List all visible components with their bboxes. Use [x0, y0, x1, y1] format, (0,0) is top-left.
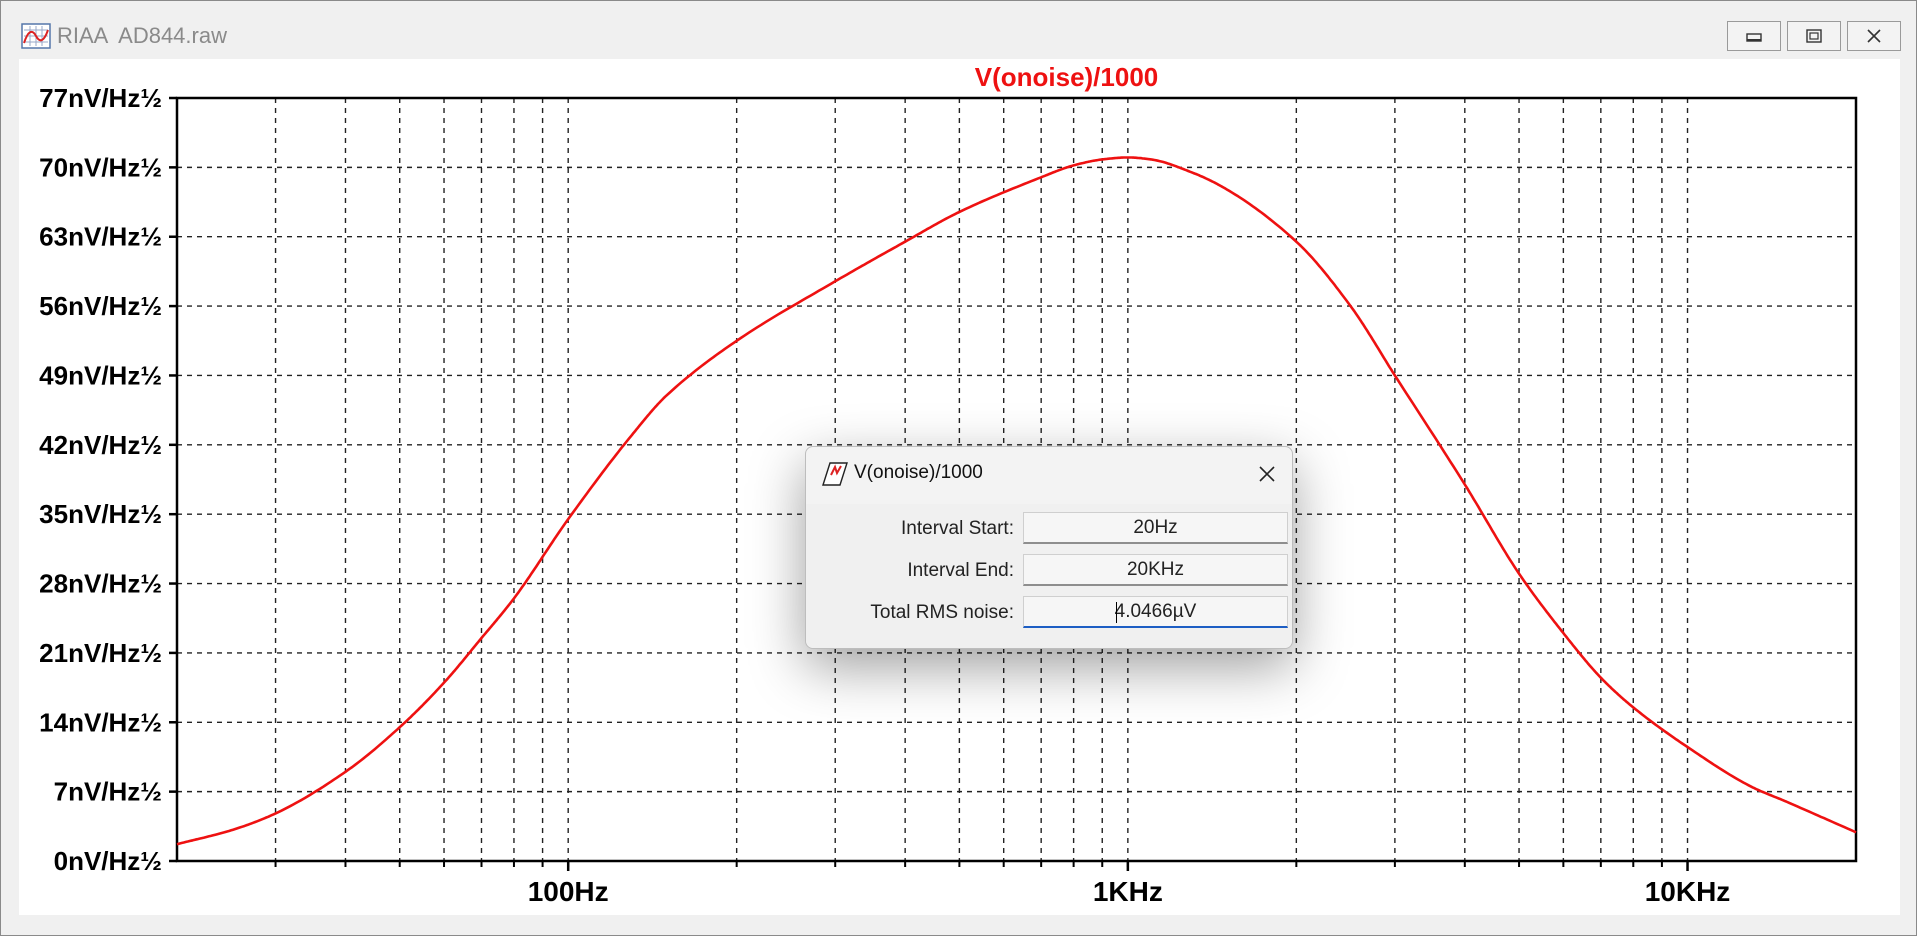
- x-tick-label: 10KHz: [1645, 876, 1731, 907]
- text-caret: [1116, 602, 1117, 623]
- y-tick-label: 7nV/Hz½: [54, 777, 162, 807]
- y-tick-label: 56nV/Hz½: [39, 291, 162, 321]
- x-tick-label: 100Hz: [528, 876, 609, 907]
- interval-start-field[interactable]: 20Hz: [1023, 512, 1288, 544]
- y-tick-label: 42nV/Hz½: [39, 430, 162, 460]
- plot-window: RIAA AD844.raw V(onoise)/1000 77nV/Hz½ 70…: [0, 0, 1917, 936]
- y-tick-label: 35nV/Hz½: [39, 499, 162, 529]
- y-tick-label: 28nV/Hz½: [39, 569, 162, 599]
- waveform-plot-icon: [822, 462, 848, 486]
- dialog-close-button[interactable]: [1252, 459, 1282, 489]
- y-tick-label: 0nV/Hz½: [54, 846, 162, 876]
- y-axis: 77nV/Hz½ 70nV/Hz½ 63nV/Hz½ 56nV/Hz½ 49nV/Hz½…: [39, 83, 162, 876]
- chart-title: V(onoise)/1000: [975, 62, 1159, 92]
- total-rms-noise-value: 4.0466µV: [1114, 600, 1197, 622]
- total-rms-noise-row: Total RMS noise: 4.0466µV: [806, 596, 1292, 632]
- y-tick-label: 49nV/Hz½: [39, 360, 162, 390]
- total-rms-noise-field[interactable]: 4.0466µV: [1023, 596, 1288, 628]
- noise-integral-dialog[interactable]: V(onoise)/1000 Interval Start: 20Hz Inte…: [805, 446, 1293, 649]
- total-rms-noise-label: Total RMS noise:: [870, 602, 1014, 623]
- dialog-body: Interval Start: 20Hz Interval End: 20KHz…: [806, 504, 1292, 648]
- interval-start-row: Interval Start: 20Hz: [806, 512, 1292, 548]
- y-tick-label: 21nV/Hz½: [39, 638, 162, 668]
- interval-end-label: Interval End:: [907, 560, 1014, 581]
- close-icon: [1259, 466, 1275, 482]
- interval-end-row: Interval End: 20KHz: [806, 554, 1292, 590]
- dialog-title: V(onoise)/1000: [854, 462, 983, 483]
- y-tick-label: 14nV/Hz½: [39, 707, 162, 737]
- y-tick-label: 77nV/Hz½: [39, 83, 162, 113]
- interval-end-field[interactable]: 20KHz: [1023, 554, 1288, 586]
- x-axis: 100Hz 1KHz 10KHz: [528, 876, 1731, 907]
- interval-start-label: Interval Start:: [901, 518, 1014, 539]
- y-tick-label: 70nV/Hz½: [39, 152, 162, 182]
- y-tick-label: 63nV/Hz½: [39, 222, 162, 252]
- x-tick-label: 1KHz: [1093, 876, 1163, 907]
